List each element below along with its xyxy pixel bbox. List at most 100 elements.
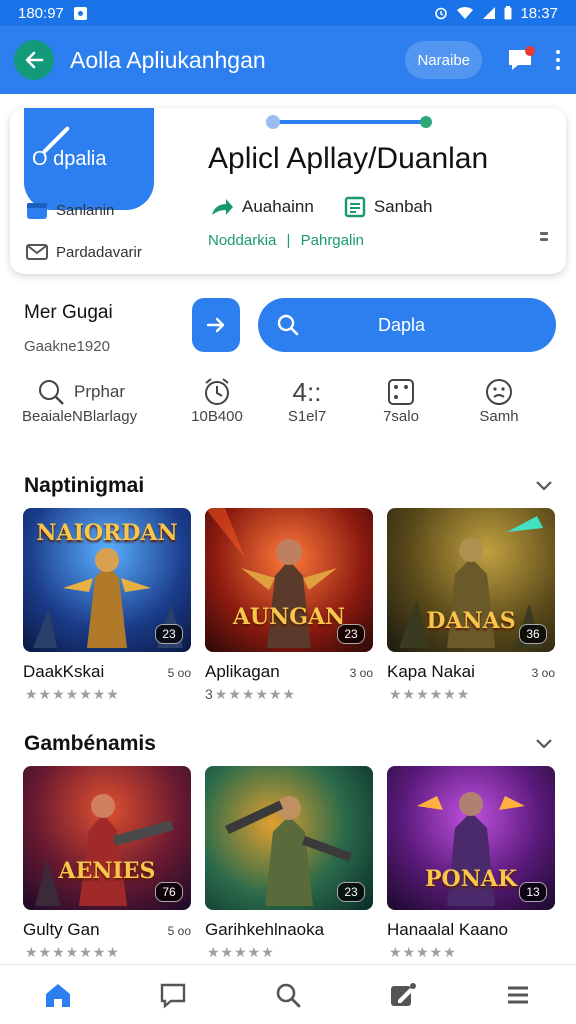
meta-item-1-label: Auahainn	[242, 197, 314, 216]
calendar-icon	[27, 203, 47, 219]
game-size: 5 oo	[167, 666, 191, 680]
arrow-left-icon	[25, 51, 44, 69]
section-1-title: Naptinigmai	[24, 474, 145, 497]
game-name-row: Kapa Nakai 3 oo	[387, 662, 555, 682]
header-chip-button[interactable]: Naraibe	[405, 41, 482, 79]
nav-chat[interactable]	[143, 970, 203, 1020]
stat-downloads[interactable]: 10B400	[182, 376, 252, 425]
home-icon	[45, 983, 70, 1007]
game-size: 3 oo	[349, 666, 373, 680]
chat-search-icon	[39, 380, 64, 405]
stat-size[interactable]: 7salo	[366, 376, 436, 425]
game-card[interactable]: PONAK 13 Hanaalal Kaano ★★★★★	[387, 766, 555, 961]
search-icon	[277, 314, 299, 336]
game-thumbnail: PONAK 13	[387, 766, 555, 910]
subsection-title: Mer Gugai	[24, 302, 113, 323]
nav-search[interactable]	[258, 970, 318, 1020]
game-name: DaakKskai	[23, 662, 105, 681]
battery-icon	[504, 6, 512, 20]
wifi-icon	[457, 6, 474, 19]
status-time-left: 180:97	[18, 4, 64, 22]
app-info-card: O dpalia Sanlanin Pardadavarir Aplicl Ap…	[10, 108, 566, 274]
signal-icon	[483, 7, 496, 19]
developer-link[interactable]: Sanlanin	[26, 200, 114, 220]
dice-icon	[388, 379, 414, 405]
back-button[interactable]	[14, 40, 54, 80]
game-badge: 36	[519, 624, 547, 644]
star-rating: ★★★★★★★	[25, 686, 120, 702]
nav-edit[interactable]	[373, 970, 433, 1020]
game-thumbnail: NAIORDAN 23	[23, 508, 191, 652]
stat-reviews-label: BeaialeNBlarlagy	[22, 408, 138, 425]
stat-downloads-label: 10B400	[191, 408, 243, 425]
stat-age[interactable]: 4:: S1el7	[272, 376, 342, 426]
category-name: Pahrgalin	[300, 232, 365, 249]
star-rating: 3 ★★★★★★	[205, 686, 297, 702]
age-rating-icon: 4::	[272, 376, 342, 408]
search-button-label: Dapla	[378, 314, 426, 335]
report-link[interactable]: Pardadavarir	[26, 242, 142, 262]
developer-line[interactable]: Noddarkia | Pahrgalin	[208, 232, 364, 249]
game-card[interactable]: 23 Garihkehlnaoka ★★★★★	[205, 766, 373, 961]
developer-link-label: Sanlanin	[56, 201, 115, 219]
nav-home[interactable]	[28, 970, 88, 1020]
game-badge: 76	[155, 882, 183, 902]
envelope-icon	[26, 244, 48, 260]
stat-reviews[interactable]: Prphar BeaialeNBlarlagy	[22, 376, 154, 425]
game-art-title: NAIORDAN	[36, 520, 178, 546]
game-name: Kapa Nakai	[387, 662, 475, 681]
search-button[interactable]: Dapla	[258, 298, 556, 352]
game-name: Hanaalal Kaano	[387, 920, 508, 939]
more-options-button[interactable]	[554, 50, 562, 70]
game-name-row: Aplikagan 3 oo	[205, 662, 373, 682]
stat-age-top: 4::	[292, 376, 322, 407]
game-thumbnail: AUNGAN 23	[205, 508, 373, 652]
star-rating: ★★★★★	[207, 944, 275, 960]
star-rating: ★★★★★	[389, 944, 457, 960]
game-card[interactable]: AUNGAN 23 Aplikagan 3 oo 3 ★★★★★★	[205, 508, 373, 703]
game-name-row: Garihkehlnaoka	[205, 920, 373, 940]
game-card[interactable]: DANAS 36 Kapa Nakai 3 oo ★★★★★★	[387, 508, 555, 703]
app-logo-text: O dpalia	[32, 148, 107, 170]
section-1-header: Naptinigmai	[24, 474, 554, 498]
stats-row: Prphar BeaialeNBlarlagy 10B400 4:: S1el7…	[0, 376, 576, 440]
chat-icon	[160, 983, 185, 1009]
menu-icon	[508, 986, 529, 1003]
game-name: Gulty Gan	[23, 920, 100, 939]
nav-menu[interactable]	[488, 970, 548, 1020]
app-title: Aplicl Apllay/Duanlan	[208, 142, 489, 175]
section-2-title: Gambénamis	[24, 732, 156, 755]
game-name-row: DaakKskai 5 oo	[23, 662, 191, 682]
app-bar: Aolla Apliukanhgan Naraibe	[0, 26, 576, 94]
next-button[interactable]	[192, 298, 240, 352]
game-thumbnail: AENIES 76	[23, 766, 191, 910]
star-rating: ★★★★★★★	[25, 944, 120, 960]
stat-reviews-top: Prphar	[22, 376, 154, 408]
status-bar: 180:97 18:37	[0, 0, 576, 26]
star-rating: ★★★★★★	[389, 686, 471, 702]
game-card[interactable]: NAIORDAN 23 DaakKskai 5 oo ★★★★★★★	[23, 508, 191, 703]
game-size: 3 oo	[531, 666, 555, 680]
app-bar-title: Aolla Apliukanhgan	[70, 46, 266, 73]
game-badge: 23	[155, 624, 183, 644]
game-name-row: Hanaalal Kaano	[387, 920, 555, 940]
meta-item-2-label: Sanbah	[373, 197, 433, 216]
chevron-down-icon[interactable]	[534, 737, 554, 751]
game-art-title: AENIES	[58, 858, 156, 884]
game-name-row: Gulty Gan 5 oo	[23, 920, 191, 940]
stat-age-label: S1el7	[287, 408, 327, 425]
chat-button[interactable]	[504, 44, 536, 76]
chevron-down-icon[interactable]	[534, 479, 554, 493]
meta-item-2: Sanbah	[344, 196, 433, 218]
share-icon	[212, 199, 233, 215]
developer-name: Noddarkia	[208, 232, 277, 249]
card-menu-icon[interactable]	[540, 232, 550, 241]
stat-rating[interactable]: Samh	[464, 376, 534, 425]
stat-size-label: 7salo	[383, 408, 419, 425]
game-card[interactable]: AENIES 76 Gulty Gan 5 oo ★★★★★★★	[23, 766, 191, 961]
game-thumbnail: 23	[205, 766, 373, 910]
status-icons: 18:37	[434, 5, 558, 22]
app-meta-row: Auahainn Sanbah	[210, 196, 432, 218]
progress-slider[interactable]	[266, 115, 432, 129]
notification-dot	[525, 46, 535, 56]
